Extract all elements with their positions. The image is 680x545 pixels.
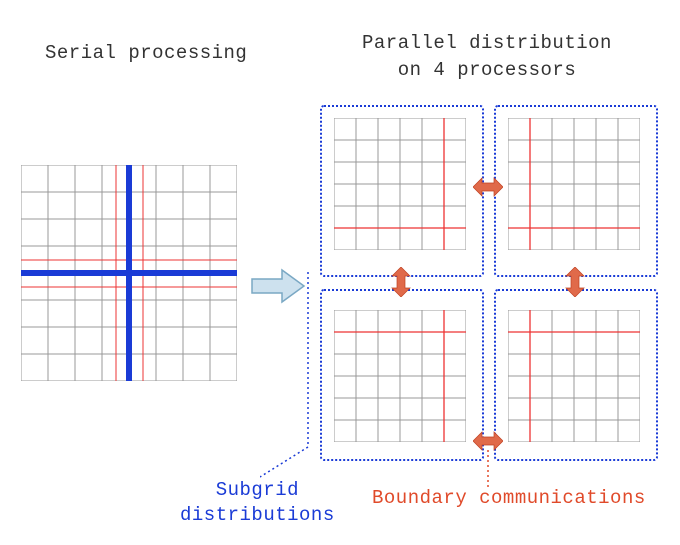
title-parallel: Parallel distribution on 4 processors: [362, 30, 612, 83]
comm-arrow-bottom-icon: [473, 430, 503, 452]
subgrid-tl: [334, 118, 466, 250]
decomposition-arrow-icon: [250, 268, 306, 304]
title-serial: Serial processing: [45, 42, 247, 64]
comm-arrow-right-icon: [564, 267, 586, 297]
comm-arrow-left-icon: [390, 267, 412, 297]
subgrid-bl: [334, 310, 466, 442]
serial-grid: [21, 165, 237, 381]
subgrid-br: [508, 310, 640, 442]
label-subgrid-l1: Subgrid: [216, 479, 299, 501]
label-subgrid-l2: distributions: [180, 504, 335, 526]
subgrid-tr: [508, 118, 640, 250]
title-parallel-line1: Parallel distribution: [362, 32, 612, 54]
title-parallel-line2: on 4 processors: [398, 59, 577, 81]
comm-arrow-top-icon: [473, 176, 503, 198]
callout-boundary-line: [485, 450, 491, 488]
label-boundary: Boundary communications: [372, 487, 646, 509]
label-subgrid: Subgrid distributions: [180, 478, 335, 527]
